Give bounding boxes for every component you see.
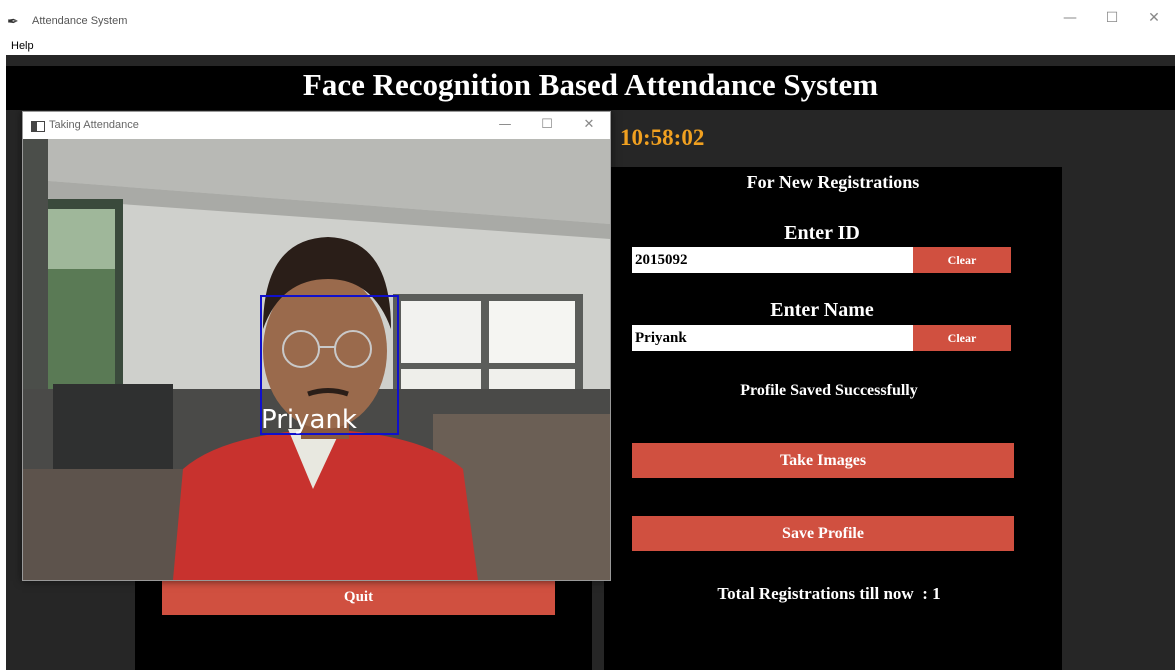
window-title: Attendance System: [32, 15, 128, 27]
camera-window[interactable]: Taking Attendance — ☐ ✕ Priyank: [22, 111, 611, 581]
feather-icon: ✒: [7, 14, 19, 30]
menu-help[interactable]: Help: [11, 40, 34, 52]
clear-id-button[interactable]: Clear: [913, 247, 1011, 273]
enter-name-label: Enter Name: [770, 299, 874, 321]
enter-id-label: Enter ID: [784, 222, 860, 244]
window-app-icon: [31, 121, 45, 132]
camera-minimize-button[interactable]: —: [484, 117, 526, 132]
maximize-button[interactable]: ☐: [1091, 10, 1133, 26]
camera-titlebar: Taking Attendance — ☐ ✕: [23, 112, 610, 139]
close-button[interactable]: ✕: [1133, 10, 1175, 26]
clear-name-button[interactable]: Clear: [913, 325, 1011, 351]
take-images-button[interactable]: Take Images: [632, 443, 1014, 478]
total-registrations-label: Total Registrations till now : 1: [717, 584, 941, 603]
registration-heading: For New Registrations: [746, 172, 920, 192]
face-name-label: Priyank: [261, 405, 357, 435]
window-controls: — ☐ ✕: [1049, 10, 1175, 26]
camera-window-controls: — ☐ ✕: [484, 117, 610, 132]
page-title: Face Recognition Based Attendance System: [302, 67, 879, 102]
camera-close-button[interactable]: ✕: [568, 117, 610, 132]
window-titlebar: ✒ Attendance System — ☐ ✕: [0, 0, 1175, 38]
menu-bar: Help: [0, 38, 1175, 55]
camera-feed: Priyank: [23, 139, 610, 580]
clock-display: 10:58:02: [620, 125, 705, 150]
quit-button[interactable]: Quit: [162, 580, 555, 615]
status-message: Profile Saved Successfully: [740, 382, 918, 399]
id-input[interactable]: [632, 247, 913, 273]
minimize-button[interactable]: —: [1049, 10, 1091, 26]
camera-window-title: Taking Attendance: [49, 119, 139, 131]
save-profile-button[interactable]: Save Profile: [632, 516, 1014, 551]
camera-maximize-button[interactable]: ☐: [526, 117, 568, 132]
name-input[interactable]: [632, 325, 913, 351]
